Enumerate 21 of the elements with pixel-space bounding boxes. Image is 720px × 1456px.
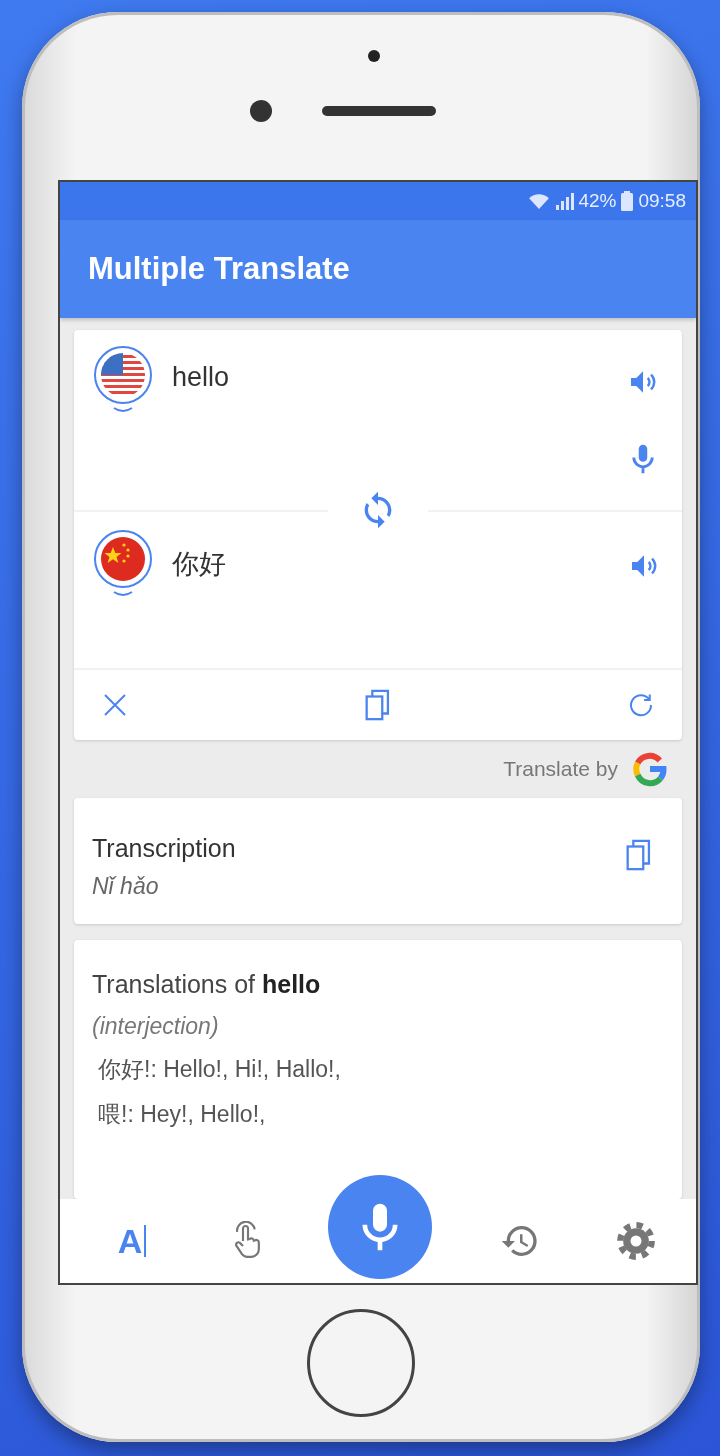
attribution-label: Translate by (503, 757, 618, 781)
transcription-title: Transcription (92, 833, 236, 863)
clock-time: 09:58 (638, 190, 686, 212)
settings-icon (614, 1219, 658, 1263)
transcription-text: Nǐ hǎo (92, 872, 160, 900)
translations-heading: Translations of hello (92, 970, 322, 999)
camera-lens (250, 100, 272, 122)
translated-text: 你好 (171, 548, 227, 581)
battery-percent: 42% (578, 190, 617, 212)
front-camera (368, 50, 380, 62)
translation-entry: 喂!: Hey!, Hello!, (97, 1100, 267, 1129)
home-button[interactable] (307, 1309, 415, 1417)
text-translate-tab[interactable]: A (100, 1211, 164, 1271)
wifi-icon (528, 192, 551, 210)
signal-icon (554, 192, 575, 210)
source-text[interactable]: hello (156, 342, 626, 393)
g-logo-icon (632, 751, 668, 787)
translation-entry: 你好!: Hello!, Hi!, Hallo!, (97, 1055, 342, 1084)
app-title: Multiple Translate (88, 251, 350, 287)
battery-icon (620, 191, 635, 211)
part-of-speech: (interjection) (92, 1013, 220, 1040)
